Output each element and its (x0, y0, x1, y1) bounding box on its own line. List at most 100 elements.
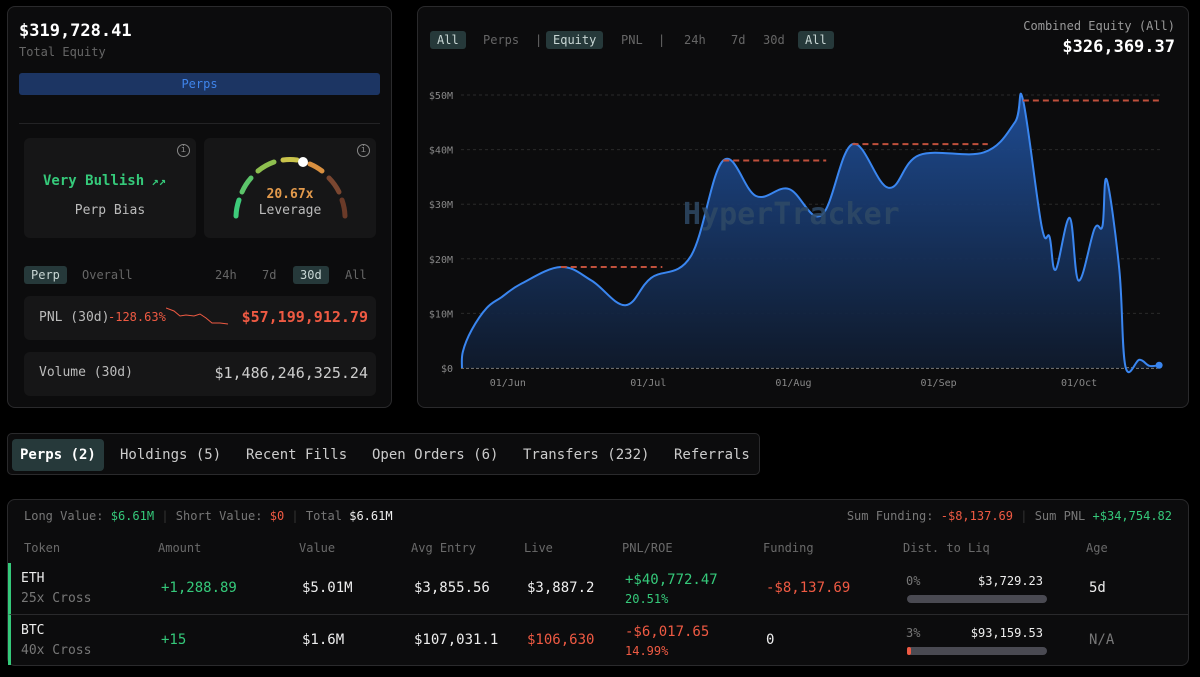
pnl-sparkline (166, 307, 229, 325)
leverage-mode: 40x Cross (21, 643, 92, 658)
x-tick-label: 01/Oct (1061, 378, 1097, 389)
pnl-percent: -128.63% (108, 310, 166, 324)
token-symbol: ETH (21, 571, 45, 586)
funding-value: -$8,137.69 (940, 509, 1013, 523)
pnl-sum-value: +$34,754.82 (1092, 509, 1172, 523)
gauge-needle (298, 157, 308, 167)
y-tick-label: $0 (441, 364, 453, 375)
summary-right: Sum Funding: -$8,137.69 | Sum PNL +$34,7… (846, 509, 1172, 523)
tab-referrals[interactable]: Referrals (666, 439, 758, 471)
range-30d[interactable]: 30d (293, 266, 329, 284)
amount: +1,288.89 (161, 580, 237, 596)
leverage-card: i 20.67x Leverage (204, 138, 376, 238)
leverage-mode: 25x Cross (21, 591, 92, 606)
pnl: -$6,017.65 (625, 624, 710, 640)
liq-distance-fill (907, 647, 912, 655)
equity-area (461, 93, 1160, 373)
total-equity-value: $319,728.41 (19, 21, 132, 41)
pnl-label: PNL (30d) (39, 310, 110, 325)
y-tick-label: $30M (429, 200, 453, 211)
positions-tabs: Perps (2) Holdings (5) Recent Fills Open Or… (7, 433, 760, 475)
tab-overall[interactable]: Overall (75, 266, 140, 284)
y-tick-label: $10M (429, 309, 453, 320)
avg-entry: $3,855.56 (414, 580, 490, 596)
dist-percent: 0% (906, 574, 921, 588)
last-point-marker (1155, 361, 1163, 369)
pnl-value: $57,199,912.79 (241, 308, 368, 326)
column-header[interactable]: Dist. to Liq (903, 541, 990, 555)
short-value: $0 (269, 509, 285, 523)
column-header[interactable]: Amount (158, 541, 201, 555)
liq-price: $3,729.23 (977, 574, 1043, 588)
perp-bias-card: i Very Bullish ↗↗ Perp Bias (24, 138, 196, 238)
long-label: Long Value: (24, 509, 104, 523)
column-header[interactable]: Age (1086, 541, 1108, 555)
tab-perps[interactable]: Perps (2) (12, 439, 104, 471)
table-row[interactable]: ETH 25x Cross +1,288.89 $5.01M $3,855.56 $3,8… (8, 563, 1188, 614)
pnl-row: PNL (30d) -128.63% $57,199,912.79 (24, 296, 376, 340)
equity-chart[interactable]: $0 $10M $20M $30M $40M $50M 01/Jun 01/Jul 01/Aug… (418, 7, 1190, 409)
x-tick-label: 01/Jul (630, 378, 666, 389)
volume-label: Volume (30d) (39, 365, 133, 380)
position-value: $5.01M (302, 580, 353, 596)
positions-table: Long Value: $6.61M | Short Value: $0 | T… (7, 499, 1189, 666)
column-header[interactable]: Live (524, 541, 553, 555)
funding: 0 (766, 632, 775, 648)
avg-entry: $107,031.1 (414, 632, 499, 648)
funding: -$8,137.69 (766, 580, 851, 596)
y-tick-label: $20M (429, 255, 453, 266)
trend-up-icon: ↗↗ (144, 174, 166, 188)
pnl: +$40,772.47 (625, 572, 718, 588)
position-value: $1.6M (302, 632, 345, 648)
divider (19, 123, 380, 124)
column-header[interactable]: Avg Entry (411, 541, 476, 555)
column-header[interactable]: PNL/ROE (622, 541, 673, 555)
column-header[interactable]: Token (24, 541, 60, 555)
token-symbol: BTC (21, 623, 45, 638)
tab-perp[interactable]: Perp (24, 266, 67, 284)
dist-percent: 3% (906, 626, 921, 640)
long-value: $6.61M (110, 509, 155, 523)
column-header[interactable]: Value (299, 541, 335, 555)
range-24h[interactable]: 24h (208, 266, 244, 284)
total-value: $6.61M (349, 509, 393, 523)
range-all[interactable]: All (338, 266, 374, 284)
total-label: Total (305, 509, 342, 523)
range-7d[interactable]: 7d (255, 266, 283, 284)
age: 5d (1089, 580, 1106, 596)
table-row[interactable]: BTC 40x Cross +15 $1.6M $107,031.1 $106,630 -$… (8, 614, 1188, 665)
volume-row: Volume (30d) $1,486,246,325.24 (24, 352, 376, 396)
leverage-value: 20.67x (266, 187, 314, 202)
summary-left: Long Value: $6.61M | Short Value: $0 | T… (24, 509, 393, 523)
total-equity-label: Total Equity (19, 45, 106, 59)
bias-label: Perp Bias (74, 203, 146, 218)
live-price: $3,887.2 (527, 580, 595, 596)
equity-chart-panel: All Perps | Equity PNL | 24h 7d 30d All Combined … (417, 6, 1189, 408)
x-tick-label: 01/Jun (490, 378, 526, 389)
info-icon[interactable]: i (177, 144, 190, 157)
short-label: Short Value: (175, 509, 263, 523)
roe: 14.99% (625, 644, 669, 658)
tab-open-orders[interactable]: Open Orders (6) (364, 439, 506, 471)
pnl-sum-label: Sum PNL (1034, 509, 1086, 523)
x-tick-label: 01/Aug (775, 378, 811, 389)
funding-label: Sum Funding: (846, 509, 934, 523)
x-tick-label: 01/Sep (921, 378, 957, 389)
tab-recent-fills[interactable]: Recent Fills (238, 439, 355, 471)
column-header[interactable]: Funding (763, 541, 814, 555)
leverage-label: Leverage (258, 203, 322, 218)
age: N/A (1089, 632, 1115, 648)
account-summary-panel: $319,728.41 Total Equity Perps i Very Bu… (7, 6, 392, 408)
y-tick-label: $40M (429, 146, 453, 157)
volume-value: $1,486,246,325.24 (214, 364, 368, 382)
perps-button[interactable]: Perps (19, 73, 380, 95)
tab-holdings[interactable]: Holdings (5) (112, 439, 229, 471)
liq-distance-bar (907, 647, 1047, 655)
liq-price: $93,159.53 (970, 626, 1043, 640)
amount: +15 (161, 632, 187, 648)
liq-distance-bar (907, 595, 1047, 603)
roe: 20.51% (625, 592, 669, 606)
tab-transfers[interactable]: Transfers (232) (515, 439, 657, 471)
bias-text: Very Bullish (43, 173, 145, 189)
live-price: $106,630 (527, 632, 595, 648)
